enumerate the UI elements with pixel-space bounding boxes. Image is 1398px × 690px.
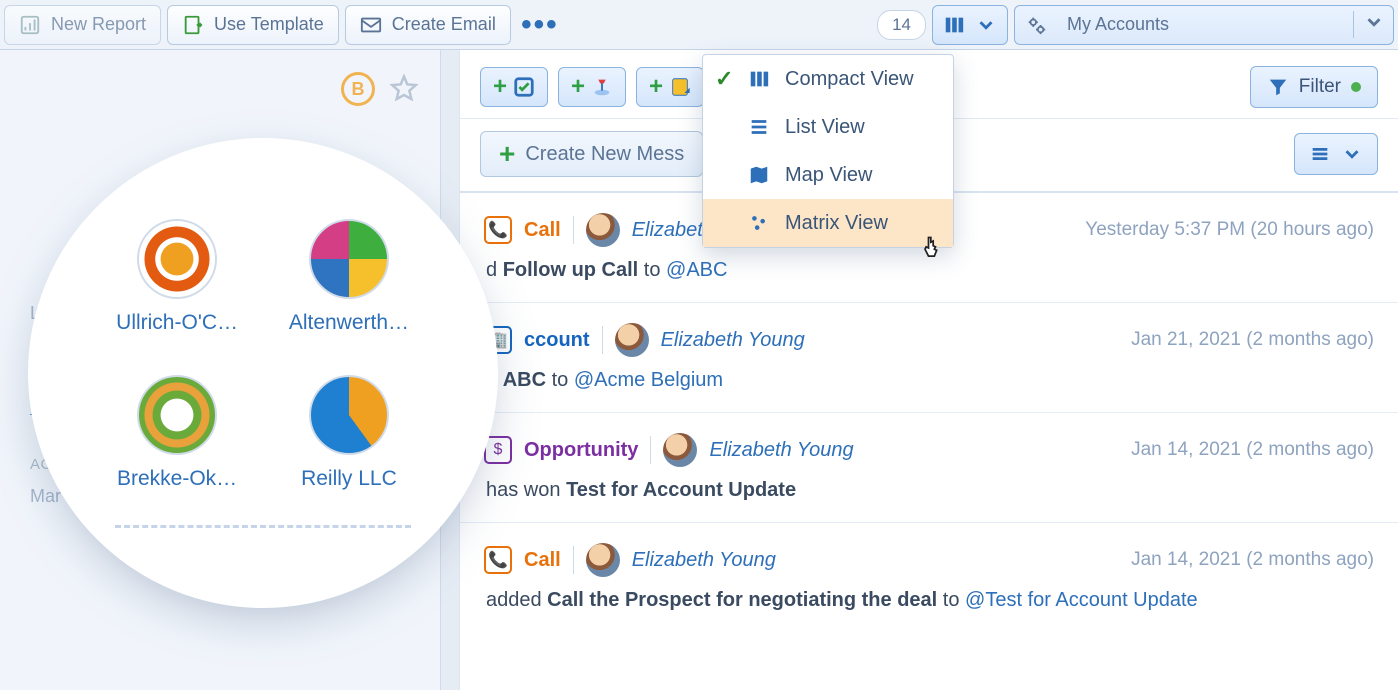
feed-type-label: Opportunity [524, 439, 638, 462]
chevron-down-icon [975, 14, 997, 36]
note-icon [669, 76, 691, 98]
account-selector[interactable]: My Accounts [1014, 5, 1394, 45]
view-option-compact[interactable]: Compact View [703, 55, 953, 103]
list-options-button[interactable] [1294, 133, 1378, 175]
feed-item[interactable]: 📞 Call Elizabeth Young Jan 14, 2021 (2 m… [460, 523, 1398, 632]
star-icon[interactable] [389, 74, 419, 104]
filter-active-dot [1351, 82, 1361, 92]
columns-icon [943, 14, 965, 36]
create-message-button[interactable]: + Create New Mess [480, 131, 703, 177]
matrix-icon [747, 211, 771, 235]
view-option-matrix[interactable]: Matrix View [703, 199, 953, 247]
company-logo [309, 219, 389, 299]
map-icon [747, 163, 771, 187]
call-icon: 📞 [484, 546, 512, 574]
list-icon [747, 115, 771, 139]
feed-user[interactable]: Elizabeth Young [709, 439, 853, 462]
view-option-label: Compact View [785, 68, 914, 91]
feed-item[interactable]: 🏢 ccount Elizabeth Young Jan 21, 2021 (2… [460, 303, 1398, 413]
feed-timestamp: Yesterday 5:37 PM (20 hours ago) [1085, 219, 1374, 241]
report-icon [19, 14, 41, 36]
view-dropdown: Compact View List View Map View Matrix V… [702, 54, 954, 248]
envelope-icon [360, 14, 382, 36]
avatar [586, 543, 620, 577]
company-logo [137, 375, 217, 455]
view-option-label: Matrix View [785, 212, 888, 235]
template-icon [182, 14, 204, 36]
opportunity-icon: $ [484, 436, 512, 464]
avatar [663, 433, 697, 467]
call-icon: 📞 [484, 216, 512, 244]
view-option-map[interactable]: Map View [703, 151, 953, 199]
new-report-label: New Report [51, 14, 146, 35]
feed-link[interactable]: @Acme Belgium [574, 369, 723, 391]
company-name: Altenwerth… [288, 311, 410, 335]
columns-icon [747, 67, 771, 91]
feed-link[interactable]: @ABC [666, 259, 727, 281]
matrix-cell[interactable]: Altenwerth… [288, 219, 410, 335]
pin-icon [591, 76, 613, 98]
account-selector-label: My Accounts [1057, 14, 1343, 35]
filter-label: Filter [1299, 76, 1341, 98]
feed-user[interactable]: Elizabeth Young [632, 549, 776, 572]
divider [115, 525, 411, 528]
account-selector-chevron[interactable] [1353, 11, 1393, 38]
chevron-down-icon [1341, 143, 1363, 165]
new-report-button[interactable]: New Report [4, 5, 161, 45]
company-logo [137, 219, 217, 299]
feed-type-label: Call [524, 219, 561, 242]
avatar [586, 213, 620, 247]
feed-type-label: ccount [524, 329, 590, 352]
use-template-label: Use Template [214, 14, 324, 35]
feed-timestamp: Jan 21, 2021 (2 months ago) [1131, 329, 1374, 351]
feed-link[interactable]: @Test for Account Update [965, 589, 1198, 611]
create-email-button[interactable]: Create Email [345, 5, 511, 45]
account-icon: 🏢 [484, 326, 512, 354]
feed-type-label: Call [524, 549, 561, 572]
more-actions-button[interactable]: ••• [517, 5, 563, 45]
top-toolbar: New Report Use Template Create Email •••… [0, 0, 1398, 50]
use-template-button[interactable]: Use Template [167, 5, 339, 45]
create-message-label: Create New Mess [525, 143, 684, 166]
avatar [615, 323, 649, 357]
create-email-label: Create Email [392, 14, 496, 35]
view-option-list[interactable]: List View [703, 103, 953, 151]
matrix-cell[interactable]: Ullrich-O'C… [116, 219, 238, 335]
add-task-button[interactable]: + [480, 67, 548, 107]
cursor-pointer-icon [918, 234, 946, 269]
company-logo [309, 375, 389, 455]
view-option-label: Map View [785, 164, 872, 187]
feed-item[interactable]: $ Opportunity Elizabeth Young Jan 14, 20… [460, 413, 1398, 523]
company-name: Ullrich-O'C… [116, 311, 238, 335]
feed-user[interactable]: Elizabeth Young [661, 329, 805, 352]
company-name: Brekke-Ok… [116, 467, 238, 491]
funnel-icon [1267, 76, 1289, 98]
add-note-button[interactable]: + [636, 67, 704, 107]
feed-timestamp: Jan 14, 2021 (2 months ago) [1131, 549, 1374, 571]
plus-icon: + [499, 138, 515, 170]
matrix-cell[interactable]: Reilly LLC [288, 375, 410, 491]
rating-badge: B [341, 72, 375, 106]
matrix-cell[interactable]: Brekke-Ok… [116, 375, 238, 491]
filter-button[interactable]: Filter [1250, 66, 1378, 108]
record-count-badge: 14 [877, 10, 926, 40]
company-name: Reilly LLC [288, 467, 410, 491]
gears-icon [1025, 14, 1047, 36]
add-appointment-button[interactable]: + [558, 67, 626, 107]
view-switcher-button[interactable] [932, 5, 1008, 45]
view-option-label: List View [785, 116, 865, 139]
chevron-down-icon [1363, 11, 1385, 33]
check-icon [513, 76, 535, 98]
feed-timestamp: Jan 14, 2021 (2 months ago) [1131, 439, 1374, 461]
hamburger-icon [1309, 143, 1331, 165]
matrix-preview-magnifier: Ullrich-O'C… Altenwerth… Brekke-Ok… Reil… [38, 148, 488, 598]
